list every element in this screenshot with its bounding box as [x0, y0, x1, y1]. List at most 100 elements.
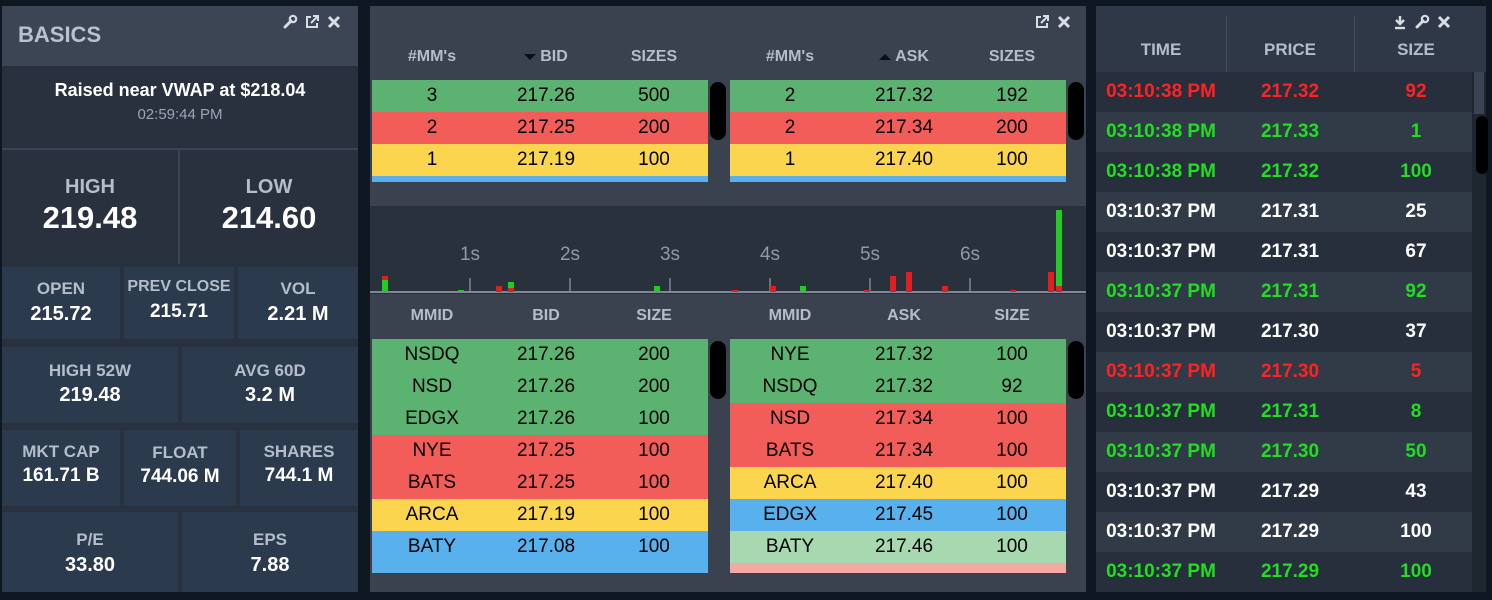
column-header[interactable]: ASK	[850, 307, 958, 325]
trade-size: 50	[1405, 441, 1427, 462]
market-maker: EDGX	[763, 504, 817, 525]
scrollbar-track[interactable]	[708, 339, 728, 573]
book-row[interactable]: BATY 217.46 100	[730, 531, 1066, 563]
trade-row[interactable]: 03:10:37 PM 217.30 50	[1096, 432, 1472, 472]
market-maker: BATS	[407, 472, 457, 493]
price: 217.25	[516, 117, 576, 138]
close-icon[interactable]	[326, 14, 342, 30]
trade-bar	[1010, 290, 1016, 292]
alert-text: Raised near VWAP at $218.04	[54, 80, 306, 100]
timeline-tick-label: 4s	[760, 244, 780, 265]
trade-size: 37	[1405, 321, 1427, 342]
trade-time: 03:10:37 PM	[1106, 441, 1216, 462]
popout-icon[interactable]	[1034, 14, 1050, 30]
market-maker: BATY	[765, 536, 815, 557]
book-row[interactable]: NSD 217.34 100	[730, 403, 1066, 435]
price: 217.26	[516, 408, 576, 429]
book-row[interactable]: NSDQ 217.26 200	[372, 339, 708, 371]
scrollbar-track[interactable]	[1066, 339, 1086, 573]
open-cell: OPEN 215.72	[2, 267, 120, 339]
trade-bar	[864, 290, 870, 292]
trade-row[interactable]: 03:10:37 PM 217.31 8	[1096, 392, 1472, 432]
price: 217.19	[516, 149, 576, 170]
trade-row[interactable]: 03:10:37 PM 217.29 100	[1096, 512, 1472, 552]
book-row[interactable]: BATS 217.34 100	[730, 435, 1066, 467]
high52-value: 219.48	[59, 384, 121, 406]
trade-price: 217.32	[1260, 161, 1320, 182]
trade-bar	[1056, 286, 1062, 292]
book-row[interactable]: 2 217.25 200	[372, 112, 708, 144]
book-row[interactable]: EDGX 217.26 100	[372, 403, 708, 435]
close-icon[interactable]	[1056, 14, 1072, 30]
market-maker: NYE	[770, 344, 810, 365]
trade-row[interactable]: 03:10:38 PM 217.32 92	[1096, 72, 1472, 112]
price: 217.34	[874, 408, 934, 429]
scrollbar-track[interactable]	[708, 80, 728, 182]
column-header[interactable]: MMID	[372, 307, 492, 325]
trade-row[interactable]: 03:10:37 PM 217.29 100	[1096, 552, 1472, 592]
market-maker: EDGX	[405, 408, 459, 429]
avg60-value: 3.2 M	[244, 384, 296, 406]
book-row[interactable]: BATS 217.25 100	[372, 467, 708, 499]
column-header[interactable]: #MM's	[730, 48, 850, 66]
trade-time: 03:10:37 PM	[1106, 321, 1216, 342]
scrollbar-thumb[interactable]	[1068, 341, 1084, 399]
column-header[interactable]: MMID	[730, 307, 850, 325]
column-header[interactable]: BID	[492, 307, 600, 325]
book-row[interactable]: NYE 217.32 100	[730, 339, 1066, 371]
trade-size: 1	[1410, 121, 1422, 142]
book-row[interactable]: ARCA 217.19 100	[372, 499, 708, 531]
download-icon[interactable]	[1392, 14, 1408, 30]
price: 217.25	[516, 472, 576, 493]
scrollbar-upper[interactable]	[1474, 72, 1484, 114]
column-header[interactable]: SIZE	[600, 307, 708, 325]
column-header[interactable]: #MM's	[372, 48, 492, 66]
size: 200	[638, 344, 670, 365]
scrollbar-thumb[interactable]	[710, 82, 726, 140]
book-row[interactable]: NYE 217.25 100	[372, 435, 708, 467]
trade-row[interactable]: 03:10:37 PM 217.31 67	[1096, 232, 1472, 272]
column-header[interactable]: BID	[492, 48, 600, 66]
vol-cell: VOL 2.21 M	[238, 267, 358, 339]
trade-row[interactable]: 03:10:38 PM 217.33 1	[1096, 112, 1472, 152]
float-value: 744.06 M	[140, 466, 220, 487]
market-maker: 2	[426, 117, 438, 138]
book-row[interactable]: NSD 217.26 200	[372, 371, 708, 403]
scrollbar-track[interactable]	[1066, 80, 1086, 182]
scrollbar-thumb[interactable]	[1068, 82, 1084, 140]
column-header[interactable]: SIZE	[958, 307, 1066, 325]
column-header[interactable]: PRICE	[1226, 40, 1354, 60]
book-row[interactable]: BATY 217.08 100	[372, 531, 708, 563]
book-row[interactable]: 1 217.40 100	[730, 144, 1066, 176]
trade-row[interactable]: 03:10:38 PM 217.32 100	[1096, 152, 1472, 192]
close-icon[interactable]	[1436, 14, 1452, 30]
scrollbar-thumb[interactable]	[710, 341, 726, 399]
book-row[interactable]: NSDQ 217.32 92	[730, 371, 1066, 403]
book-row[interactable]: 3 217.26 500	[372, 80, 708, 112]
wrench-icon[interactable]	[1414, 14, 1430, 30]
column-header[interactable]: TIME	[1096, 40, 1226, 60]
market-maker: NSDQ	[762, 376, 818, 397]
trade-row[interactable]: 03:10:37 PM 217.30 5	[1096, 352, 1472, 392]
column-header[interactable]: SIZES	[958, 48, 1066, 66]
column-header[interactable]: SIZES	[600, 48, 708, 66]
book-row[interactable]: 2 217.34 200	[730, 112, 1066, 144]
trade-row[interactable]: 03:10:37 PM 217.30 37	[1096, 312, 1472, 352]
trade-bar	[732, 290, 738, 292]
trade-row[interactable]: 03:10:37 PM 217.29 43	[1096, 472, 1472, 512]
trade-time: 03:10:37 PM	[1106, 241, 1216, 262]
wrench-icon[interactable]	[282, 14, 298, 30]
popout-icon[interactable]	[304, 14, 320, 30]
column-header[interactable]: SIZE	[1354, 40, 1478, 60]
book-row[interactable]: ARCA 217.40 100	[730, 467, 1066, 499]
prev-close-value: 215.71	[149, 301, 209, 322]
trade-row[interactable]: 03:10:37 PM 217.31 25	[1096, 192, 1472, 232]
trade-row[interactable]: 03:10:37 PM 217.31 92	[1096, 272, 1472, 312]
price: 217.32	[874, 344, 934, 365]
book-row[interactable]: EDGX 217.45 100	[730, 499, 1066, 531]
column-header[interactable]: ASK	[850, 48, 958, 66]
scrollbar-thumb[interactable]	[1476, 116, 1488, 174]
book-row[interactable]: 1 217.19 100	[372, 144, 708, 176]
book-row[interactable]: 2 217.32 192	[730, 80, 1066, 112]
market-maker: 3	[426, 85, 438, 106]
